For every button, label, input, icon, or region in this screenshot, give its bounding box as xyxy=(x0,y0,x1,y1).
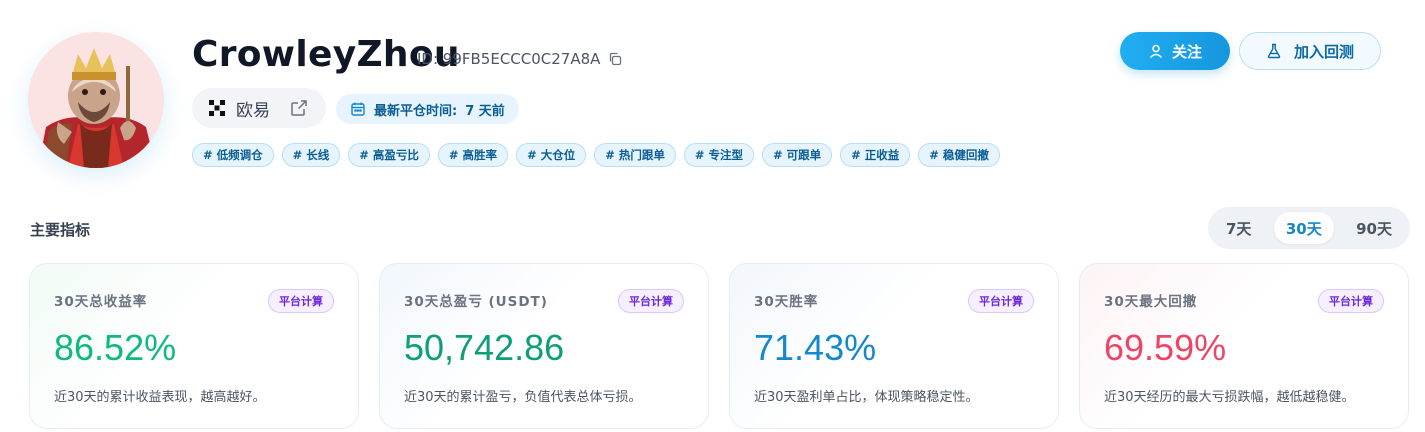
avatar-image xyxy=(28,32,164,168)
tag[interactable]: # 可跟单 xyxy=(761,143,833,167)
tag[interactable]: # 高胜率 xyxy=(437,143,509,167)
exchange-name: 欧易 xyxy=(236,100,270,121)
trader-profile-page: CrowleyZhou ID: 99FB5ECCC0C27A8A 欧易 最新平仓… xyxy=(0,0,1425,432)
period-selector: 7天 30天 90天 xyxy=(1208,207,1410,249)
platform-calc-badge: 平台计算 xyxy=(268,289,334,313)
calendar-icon xyxy=(350,101,366,117)
backtest-label: 加入回测 xyxy=(1293,43,1354,61)
tag-list: # 低频调仓 # 长线 # 高盈亏比 # 高胜率 # 大仓位 # 热门跟单 # … xyxy=(192,143,1000,167)
add-to-backtest-button[interactable]: 加入回测 xyxy=(1239,32,1381,70)
metric-card-win-rate: 30天胜率 平台计算 71.43% 近30天盈利单占比，体现策略稳定性。 xyxy=(729,263,1059,429)
metric-card-pnl: 30天总盈亏 (USDT) 平台计算 50,742.86 近30天的累计盈亏，负… xyxy=(379,263,709,429)
tag[interactable]: # 低频调仓 xyxy=(192,143,274,167)
last-close-badge: 最新平仓时间: 7 天前 xyxy=(336,94,519,124)
metric-card-return: 30天总收益率 平台计算 86.52% 近30天的累计收益表现，越高越好。 xyxy=(29,263,359,429)
tag[interactable]: # 稳健回撤 xyxy=(918,143,1000,167)
okx-logo-icon xyxy=(208,99,226,117)
trader-id-row: ID: 99FB5ECCC0C27A8A xyxy=(417,50,622,68)
follow-button[interactable]: 关注 xyxy=(1120,32,1230,70)
metric-description: 近30天的累计收益表现，越高越好。 xyxy=(54,390,266,405)
metric-description: 近30天的累计盈亏，负值代表总体亏损。 xyxy=(404,390,642,405)
flask-icon xyxy=(1266,43,1282,59)
metric-value: 50,742.86 xyxy=(404,327,565,368)
metric-value: 69.59% xyxy=(1104,327,1227,368)
metric-card-max-drawdown: 30天最大回撤 平台计算 69.59% 近30天经历的最大亏损跌幅，越低越稳健。 xyxy=(1079,263,1409,429)
metric-value: 71.43% xyxy=(754,327,877,368)
platform-calc-badge: 平台计算 xyxy=(968,289,1034,313)
tag[interactable]: # 高盈亏比 xyxy=(348,143,430,167)
follow-label: 关注 xyxy=(1171,43,1202,61)
metric-description: 近30天经历的最大亏损跌幅，越低越稳健。 xyxy=(1104,390,1355,405)
avatar xyxy=(28,32,164,168)
tag[interactable]: # 正收益 xyxy=(840,143,911,167)
last-close-label: 最新平仓时间: xyxy=(374,103,458,119)
trader-id: ID: 99FB5ECCC0C27A8A xyxy=(417,50,601,68)
platform-calc-badge: 平台计算 xyxy=(618,289,684,313)
external-link-icon xyxy=(290,99,308,117)
last-close-value: 7 天前 xyxy=(465,103,505,119)
tab-90d[interactable]: 90天 xyxy=(1344,212,1404,244)
metric-description: 近30天盈利单占比，体现策略稳定性。 xyxy=(754,390,979,405)
tag[interactable]: # 专注型 xyxy=(683,143,754,167)
metric-value: 86.52% xyxy=(54,327,177,368)
copy-icon[interactable] xyxy=(608,52,622,66)
metrics-title: 主要指标 xyxy=(30,221,91,239)
tag[interactable]: # 长线 xyxy=(281,143,341,167)
tag[interactable]: # 热门跟单 xyxy=(594,143,676,167)
tab-7d[interactable]: 7天 xyxy=(1214,212,1263,244)
tag[interactable]: # 大仓位 xyxy=(516,143,587,167)
exchange-link[interactable]: 欧易 xyxy=(192,88,326,128)
platform-calc-badge: 平台计算 xyxy=(1318,289,1384,313)
user-icon xyxy=(1148,43,1164,59)
tab-30d[interactable]: 30天 xyxy=(1273,212,1334,244)
